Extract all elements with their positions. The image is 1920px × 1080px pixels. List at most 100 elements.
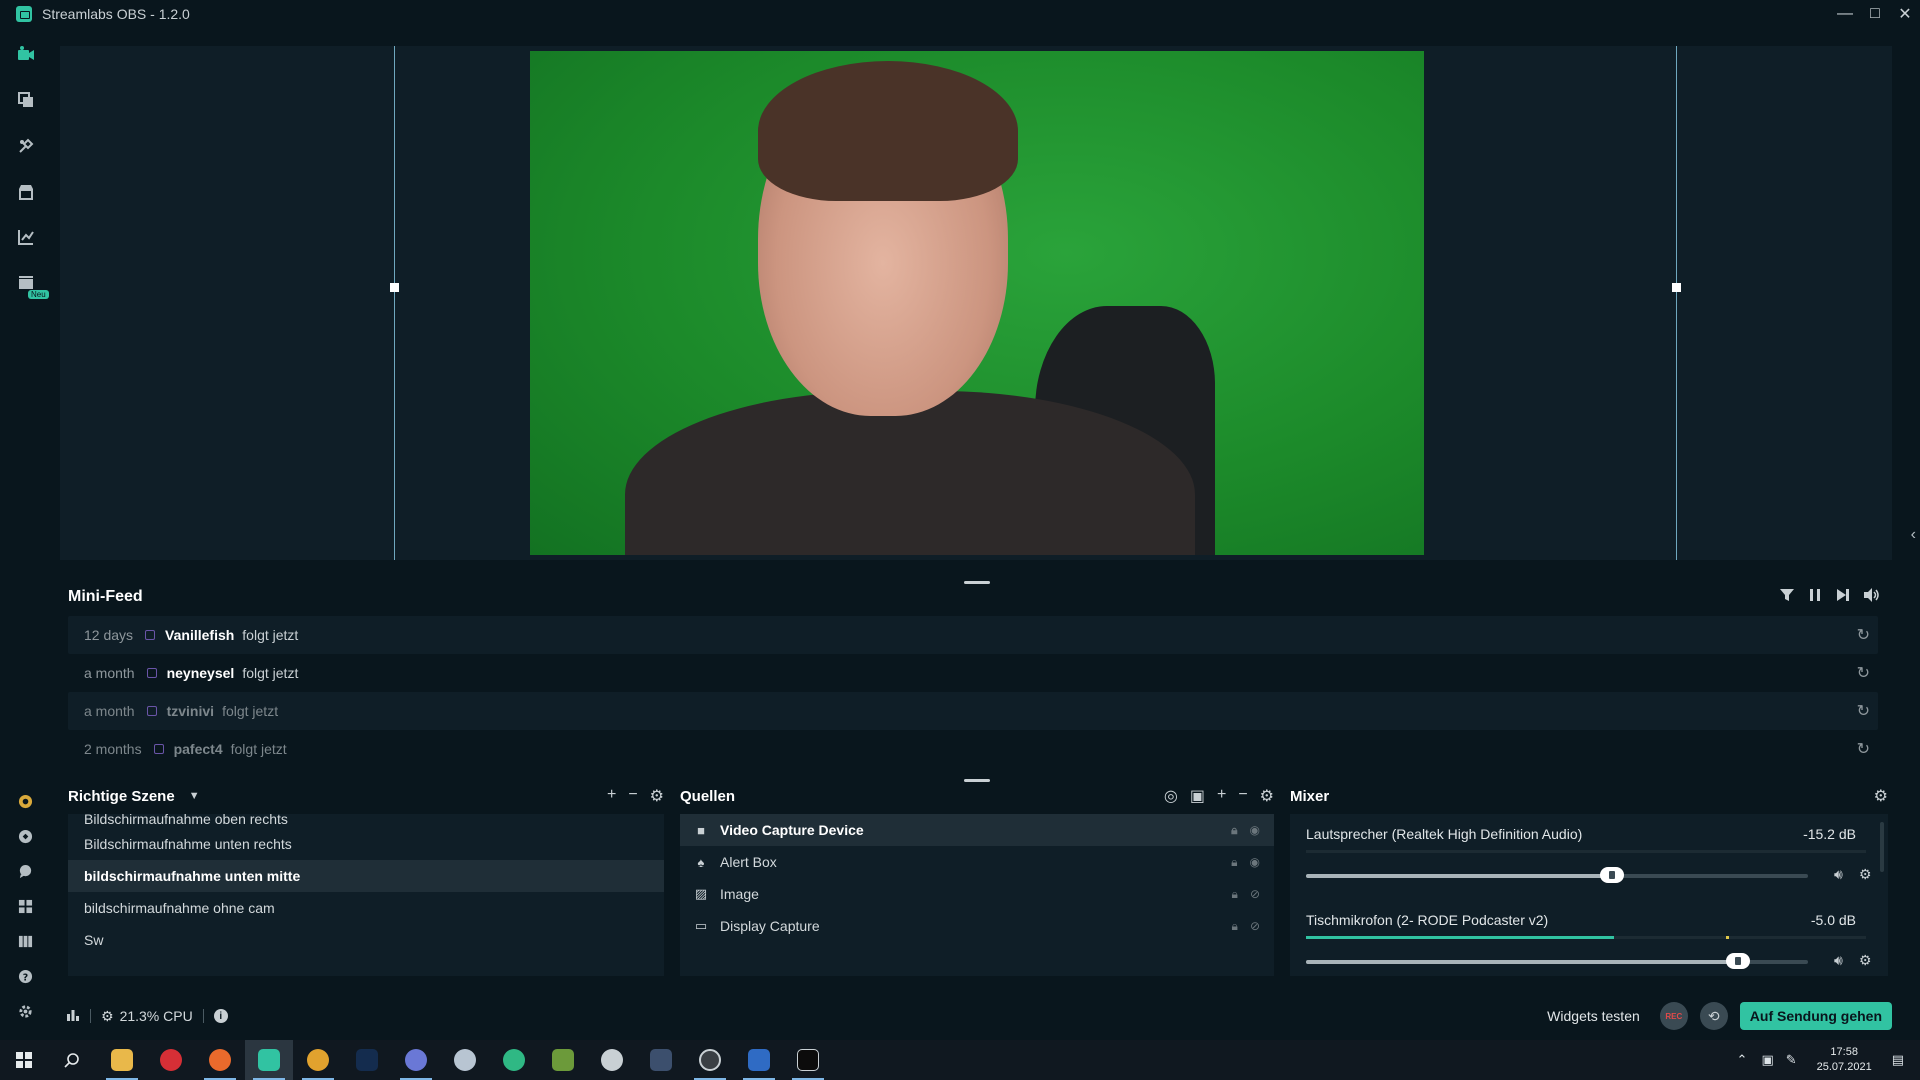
lock-icon[interactable]: 🔒︎ [1232,887,1238,902]
skip-icon[interactable] [1836,588,1850,606]
store-icon[interactable] [16,182,35,201]
track-settings-gear-icon[interactable]: ⚙ [1859,866,1872,883]
opera-icon[interactable] [147,1040,195,1080]
source-item[interactable]: ▭ Display Capture 🔒︎ ⊘ [680,910,1274,942]
replay-alert-icon[interactable]: ↻ [1857,663,1870,683]
minecraft-icon[interactable] [539,1040,587,1080]
volume-slider-thumb[interactable] [1725,953,1750,969]
replay-buffer-icon[interactable]: ⟲ [1699,1002,1728,1030]
file-explorer-icon[interactable] [98,1040,146,1080]
resize-divider-handle[interactable] [964,779,990,782]
performance-chart-icon[interactable] [66,1007,80,1025]
pause-icon[interactable] [1808,588,1822,606]
tray-pen-icon[interactable]: ✎ [1786,1052,1797,1068]
source-stack-icon[interactable]: ◎ [1164,786,1178,806]
layout-icon[interactable] [16,897,35,916]
help-icon[interactable]: ? [16,967,35,986]
davinci-icon[interactable] [637,1040,685,1080]
volume-slider[interactable] [1306,953,1808,969]
mixer-scrollbar[interactable] [1880,822,1884,872]
prime-icon[interactable] [16,792,35,811]
scene-collection-title[interactable]: Richtige Szene [68,788,175,805]
chat-icon[interactable] [16,862,35,881]
tray-device-icon[interactable]: ▣ [1761,1052,1773,1068]
filter-icon[interactable] [1780,588,1794,606]
visibility-eye-icon[interactable]: ◉ [1250,823,1260,838]
remove-scene-icon[interactable]: − [628,786,637,806]
remove-source-icon[interactable]: − [1238,786,1247,806]
volume-slider-thumb[interactable] [1600,867,1625,883]
source-settings-gear-icon[interactable]: ⚙ [1260,786,1274,806]
resize-handle-left[interactable] [390,283,399,292]
mixer-settings-gear-icon[interactable]: ⚙ [1874,786,1888,806]
word-icon[interactable] [735,1040,783,1080]
info-icon[interactable]: i [213,1009,228,1023]
scene-item-selected[interactable]: bildschirmaufnahme unten mitte [68,860,664,892]
minimize-button[interactable]: — [1830,0,1860,28]
feed-item[interactable]: a month tzvinivi folgt jetzt ↻ [68,692,1878,730]
replay-alert-icon[interactable]: ↻ [1857,701,1870,721]
replay-alert-icon[interactable]: ↻ [1857,625,1870,645]
volume-icon[interactable] [1864,588,1880,606]
go-live-button[interactable]: Auf Sendung gehen [1739,1002,1892,1030]
add-folder-icon[interactable]: ▣ [1190,786,1205,806]
source-item[interactable]: ▨ Image 🔒︎ ⊘ [680,878,1274,910]
scene-settings-gear-icon[interactable]: ⚙ [650,786,664,806]
themes-icon[interactable] [16,90,35,109]
source-item-selected[interactable]: ■ Video Capture Device 🔒︎ ◉ [680,814,1274,846]
settings-icon[interactable] [16,1002,35,1021]
add-scene-icon[interactable]: + [607,786,616,806]
feed-item[interactable]: 2 months pafect4 folgt jetzt ↻ [68,730,1878,768]
obs-icon[interactable] [686,1040,734,1080]
search-icon[interactable] [48,1040,96,1080]
feed-item[interactable]: 12 days Vanillefish folgt jetzt ↻ [68,616,1878,654]
selection-left-edge[interactable] [394,46,395,560]
lock-icon[interactable]: 🔒︎ [1231,855,1237,870]
lock-icon[interactable]: 🔒︎ [1231,823,1237,838]
maximize-button[interactable]: □ [1860,0,1890,28]
dashboard-icon[interactable] [16,227,35,246]
feed-item[interactable]: a month neyneysel folgt jetzt ↻ [68,654,1878,692]
editor-icon[interactable] [16,44,35,63]
close-button[interactable]: ✕ [1890,0,1920,28]
firefox-icon[interactable] [196,1040,244,1080]
studio-mode-icon[interactable] [16,932,35,951]
taskbar-clock[interactable]: 17:58 25.07.2021 [1817,1045,1872,1075]
webcam-video-frame[interactable] [530,51,1424,555]
source-item[interactable]: ♠ Alert Box 🔒︎ ◉ [680,846,1274,878]
replay-alert-icon[interactable]: ↻ [1857,739,1870,759]
selection-right-edge[interactable] [1676,46,1677,560]
photoshop-icon[interactable] [343,1040,391,1080]
visibility-off-icon[interactable]: ⊘ [1250,919,1260,934]
mute-speaker-icon[interactable]: 🔊︎ [1834,952,1843,969]
visibility-eye-icon[interactable]: ◉ [1250,855,1260,870]
scene-item[interactable]: bildschirmaufnahme ohne cam [68,892,664,924]
mute-speaker-icon[interactable]: 🔊︎ [1834,866,1843,883]
scene-item[interactable]: Bildschirmaufnahme oben rechts [68,814,664,828]
resize-handle-right[interactable] [1672,283,1681,292]
spotify-icon[interactable] [490,1040,538,1080]
scene-item[interactable]: Sw [68,924,664,956]
resize-divider-handle[interactable] [964,581,990,584]
scene-item[interactable]: Bildschirmaufnahme unten rechts [68,828,664,860]
highlighter-icon[interactable] [16,272,35,291]
collapse-panel-chevron-icon[interactable]: ‹ [1911,526,1916,544]
terminal-icon[interactable] [784,1040,832,1080]
steam-icon[interactable] [441,1040,489,1080]
cloudbot-icon[interactable] [16,827,35,846]
test-widgets-button[interactable]: Widgets testen [1547,1008,1640,1024]
rocket-icon[interactable] [588,1040,636,1080]
track-settings-gear-icon[interactable]: ⚙ [1859,952,1872,969]
streamlabs-icon[interactable] [245,1040,293,1080]
discord-icon[interactable] [392,1040,440,1080]
editor-preview[interactable] [60,46,1892,560]
notifications-icon[interactable]: ▤ [1892,1052,1904,1068]
lock-icon[interactable]: 🔒︎ [1232,919,1238,934]
chrome-icon[interactable] [294,1040,342,1080]
visibility-off-icon[interactable]: ⊘ [1250,887,1260,902]
volume-slider[interactable] [1306,867,1808,883]
chevron-down-icon[interactable]: ▼ [189,790,200,802]
add-source-icon[interactable]: + [1217,786,1226,806]
start-icon[interactable] [0,1040,48,1080]
record-button[interactable]: REC [1659,1002,1688,1030]
